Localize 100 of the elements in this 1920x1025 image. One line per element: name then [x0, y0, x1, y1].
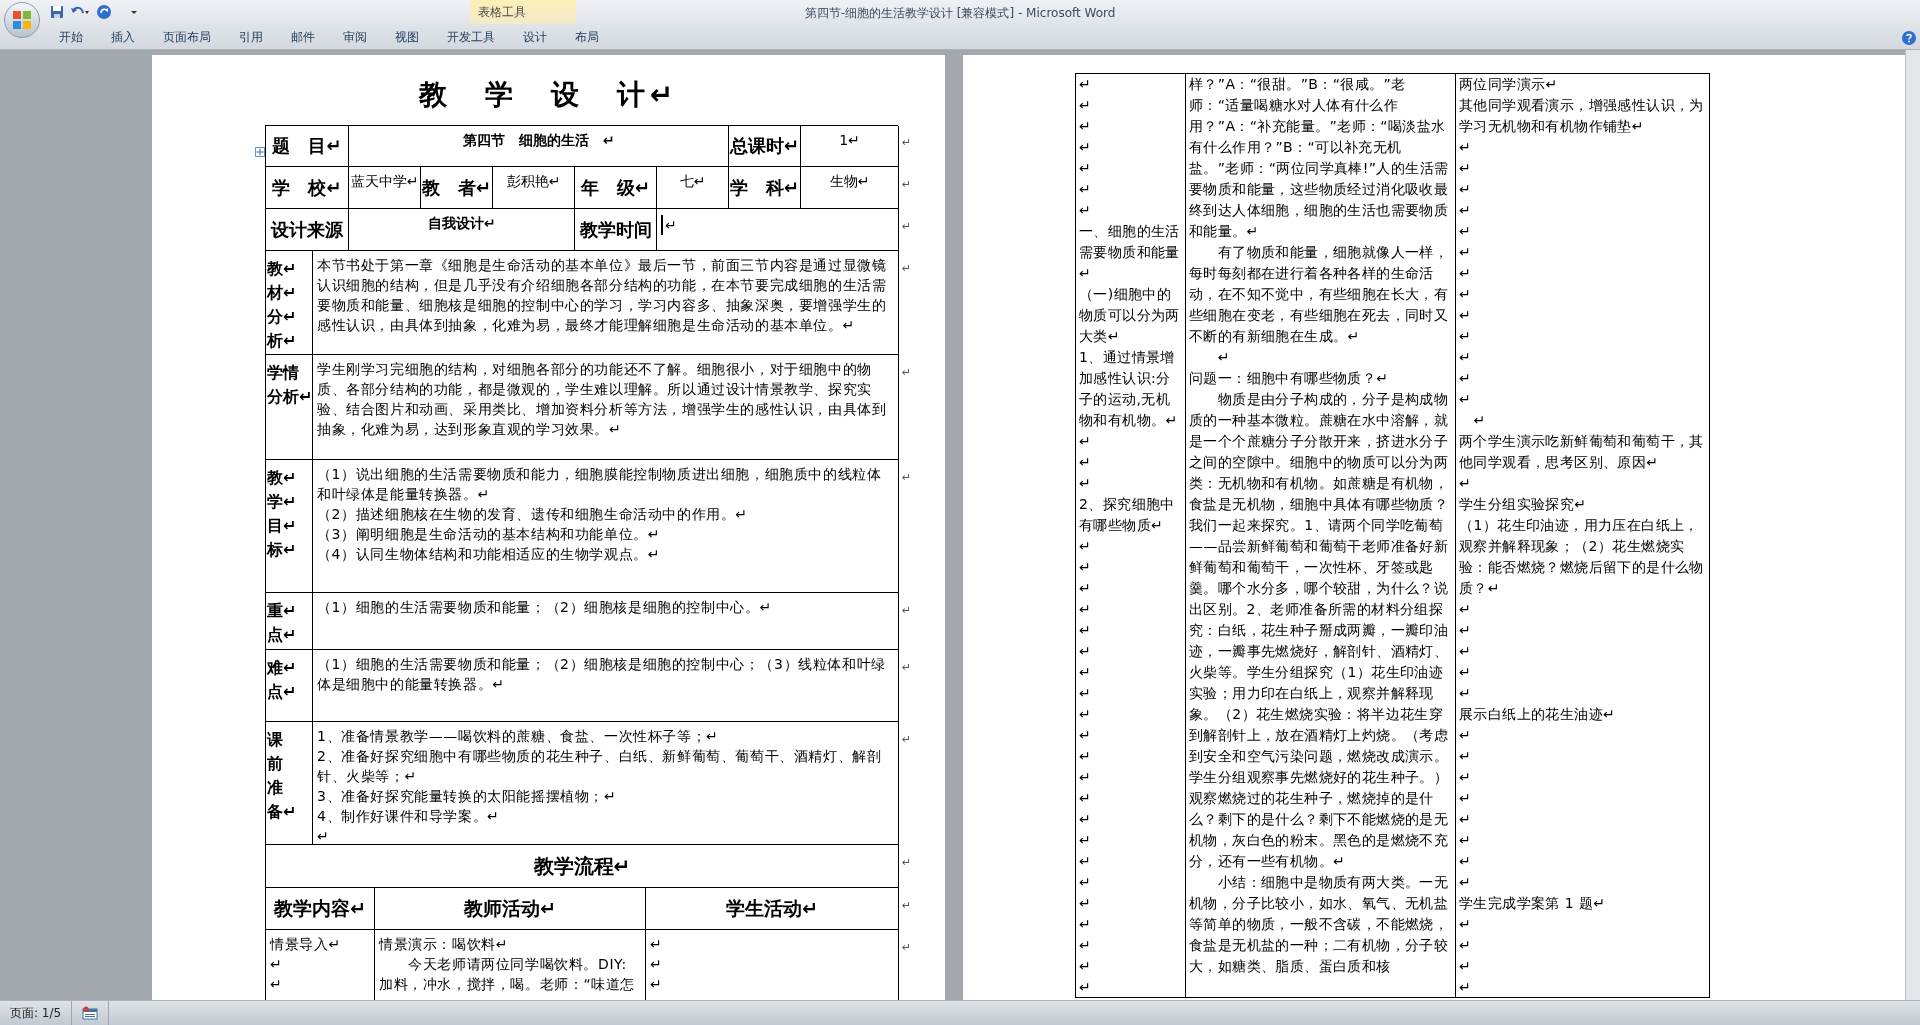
cell-text: ↵: [317, 827, 331, 846]
cell-text: ↵: [1459, 264, 1473, 283]
vertical-scrollbar[interactable]: [1905, 50, 1920, 1000]
ribbon-tab[interactable]: 邮件: [277, 24, 329, 49]
ribbon-tab[interactable]: 开始: [45, 24, 97, 49]
cell-text: ↵: [1079, 579, 1093, 598]
field-label: 设计来源: [271, 217, 343, 242]
cell-text: ↵: [1079, 537, 1093, 556]
cell-text: 3、准备好探究能量转换的太阳能摇摆植物；↵: [317, 787, 618, 806]
cell-text: ↵: [1079, 684, 1093, 703]
ribbon-tab[interactable]: 插入: [97, 24, 149, 49]
cell-text: 情景导入↵: [270, 935, 342, 954]
cell-text: ↵: [1459, 390, 1473, 409]
macro-record-icon[interactable]: [82, 1006, 99, 1020]
cell-text: （2）描述细胞核在生物的发育、遗传和细胞生命活动中的作用。↵: [317, 505, 749, 524]
cell-text: ↵: [1459, 348, 1473, 367]
document-title: 教 学 设 计↵: [418, 77, 679, 113]
ribbon-tab[interactable]: 开发工具: [433, 24, 509, 49]
cell-text: （1）细胞的生活需要物质和能量；（2）细胞核是细胞的控制中心。↵: [317, 598, 773, 617]
redo-icon[interactable]: [96, 4, 112, 20]
section-label: 点↵: [266, 624, 298, 646]
section-label: 点↵: [266, 681, 298, 703]
cell-text: ↵: [1079, 747, 1093, 766]
cell-text: ↵: [1079, 138, 1093, 157]
cell-text: ↵: [1079, 936, 1093, 955]
cell-text: 一、细胞的生活需要物质和能量↵: [1079, 222, 1181, 283]
ribbon-tab[interactable]: 视图: [381, 24, 433, 49]
contextual-tab-group: 表格工具: [470, 0, 576, 24]
field-label: 题 目↵: [272, 134, 342, 158]
ribbon-tab[interactable]: 页面布局: [149, 24, 225, 49]
cell-text: ↵: [1079, 180, 1093, 199]
cell-text: ↵: [1459, 810, 1473, 829]
cell-text: ↵: [1459, 138, 1473, 157]
cell-text: 两位同学演示↵: [1459, 75, 1559, 94]
field-label: 教学时间: [579, 217, 652, 242]
field-value: 七↵: [679, 172, 706, 191]
field-value: 生物↵: [829, 172, 870, 191]
cell-text: ↵: [270, 975, 284, 994]
section-label: 难↵: [266, 657, 298, 679]
cell-text: ↵: [1079, 117, 1093, 136]
cell-text: ↵: [1079, 894, 1093, 913]
cell-text: ↵: [1459, 201, 1473, 220]
section-label: 课: [266, 729, 284, 751]
help-icon[interactable]: [1902, 31, 1916, 45]
cell-text: ↵: [1216, 348, 1231, 367]
cell-text: ↵: [270, 955, 284, 974]
cell-text: 本节书处于第一章《细胞是生命活动的基本单位》最后一节，前面三节内容是通过显微镜认识细胞的结构，但是几乎没有介绍细胞各部分结构的功能，在本节要完成细胞的生活需要物质和能量、细胞核是细胞的控制中心的学习，学习内容多、抽象深奥，要增强学生的感性认识，由具体到抽象，化难为易，最终才能理解细胞是生命活动的基本单位。↵: [317, 256, 888, 335]
table-move-handle[interactable]: [255, 147, 265, 157]
cell-text: 2、准备好探究细胞中有哪些物质的花生种子、白纸、新鲜葡萄、葡萄干、酒精灯、解剖针、火柴等；↵: [317, 747, 883, 786]
ribbon-tab[interactable]: 引用: [225, 24, 277, 49]
office-button[interactable]: [4, 2, 40, 38]
ribbon-tab[interactable]: 设计: [509, 24, 561, 49]
field-value: 第四节 细胞的生活 ↵: [462, 131, 615, 150]
cell-text: 两个学生演示吃新鲜葡萄和葡萄干，其他同学观看，思考区别、原因↵: [1459, 432, 1705, 472]
field-value: 蓝天中学↵: [350, 172, 419, 191]
cell-text: 问题一：细胞中有哪些物质？↵: [1189, 369, 1390, 388]
section-label: 学情: [266, 362, 300, 384]
cell-text: ↵: [1459, 747, 1473, 766]
cell-text: ↵: [1459, 642, 1473, 661]
cell-text: ↵: [1079, 474, 1093, 493]
paragraph-mark: ↵: [902, 940, 912, 956]
cell-text: 4、制作好课件和导学案。↵: [317, 807, 501, 826]
cell-text: ↵: [1079, 432, 1093, 451]
field-value: 自我设计↵: [427, 214, 496, 233]
section-label: 材↵: [266, 282, 298, 304]
paragraph-mark: ↵: [902, 135, 912, 151]
field-label: 学 校↵: [272, 175, 342, 200]
cell-text: ↵: [1459, 726, 1473, 745]
section-label: 教↵: [266, 258, 298, 280]
cell-text: ↵: [1459, 873, 1473, 892]
save-icon[interactable]: [50, 5, 64, 19]
ribbon-tab[interactable]: 审阅: [329, 24, 381, 49]
field-label: 总课时↵: [729, 134, 800, 158]
cell-text: ↵: [1459, 243, 1473, 262]
cell-text: ↵: [1459, 600, 1473, 619]
cell-text: ↵: [1079, 768, 1093, 787]
cell-text: （1）细胞的生活需要物质和能量；（2）细胞核是细胞的控制中心；（3）线粒体和叶绿体是细胞中的能量转换器。↵: [317, 655, 887, 694]
ribbon-tab[interactable]: 布局: [561, 24, 613, 49]
field-label: 年 级↵: [580, 175, 651, 200]
cell-text: ↵: [1459, 936, 1473, 955]
cell-text: ↵: [1079, 957, 1093, 976]
cell-text: ↵: [650, 975, 664, 994]
cell-text: 物质是由分子构成的，分子是构成物质的一种基本微粒。蔗糖在水中溶解，就是一个个蔗糖分子分散开来，挤进水分子之间的空隙中。细胞中的物质可以分为两类：无机物和有机物。如蔗糖是有机物，食盐是无机物，细胞中具体有哪些物质？我们一起来探究。1、请两个同学吃葡萄——品尝新鲜葡萄和葡萄干老师准备好新鲜葡萄和葡萄干，一次性杯、牙签或匙羹。哪个水分多，哪个较甜，为什么？说出区别。2、老师准备所需的材料分组探究：白纸，花生种子掰成两瓣，一瓣印油迹，一瓣事先燃烧好，解剖针、酒精灯、火柴等。学生分组探究（1）花生印油迹实验；用力印在白纸上，观察并解释现象。（2）花生燃烧实验：将半边花生穿到解剖针上，放在酒精灯上灼烧。（考虑到安全和空气污染问题，燃烧改成演示。学生分组观察事先燃烧好的花生种子。）观察燃烧过的花生种子，燃烧掉的是什么？剩下的是什么？剩下不能燃烧的是无机物，灰白色的粉末。黑色的是燃烧不充分，还有一些有机物。↵: [1189, 390, 1450, 871]
cell-text: ↵: [1459, 768, 1473, 787]
cell-text: ↵: [1079, 75, 1093, 94]
cell-text: 今天老师请两位同学喝饮料。DIY:加料，冲水，搅拌，喝。老师：“味道怎: [379, 955, 637, 994]
paragraph-mark: ↵: [902, 732, 912, 748]
cell-text: ↵: [1459, 663, 1473, 682]
dropdown-icon[interactable]: [130, 8, 138, 16]
squares-icon: [11, 9, 33, 31]
cell-text: 2、探究细胞中有哪些物质↵: [1079, 495, 1176, 535]
cell-text: 学生刚学习完细胞的结构，对细胞各部分的功能还不了解。细胞很小，对于细胞中的物质、各部分结构的功能，都是微观的，学生难以理解。所以通过设计情景教学、探究实验、结合图片和动画、采用类比、增加资料分析等方法，增强学生的感性认识，由具体到抽象，化难为易，达到形象直观的学习效果。↵: [317, 360, 888, 439]
section-label: 标↵: [266, 539, 298, 561]
cell-text: ↵: [1459, 978, 1473, 997]
page-indicator[interactable]: 页面: 1/5: [0, 1000, 73, 1025]
cell-text: ↵: [1459, 915, 1473, 934]
window-title: 第四节-细胞的生活教学设计 [兼容模式] - Microsoft Word: [803, 5, 1117, 22]
cell-text: 1、准备情景教学——喝饮料的蔗糖、食盐、一次性杯子等；↵: [317, 727, 720, 746]
cell-text: ↵: [1459, 831, 1473, 850]
cell-text: ↵: [1079, 159, 1093, 178]
